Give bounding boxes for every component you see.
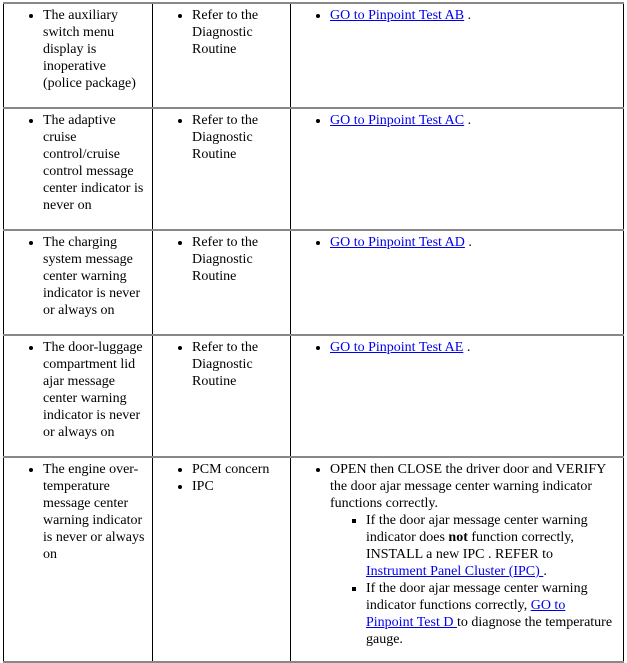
source-text: Refer to the Diagnostic Routine (192, 7, 286, 58)
source-text: Refer to the Diagnostic Routine (192, 234, 286, 285)
action-suffix: . (464, 235, 472, 250)
table-row: The adaptive cruise control/cruise contr… (3, 107, 624, 231)
source-text: Refer to the Diagnostic Routine (192, 339, 286, 390)
sub-step: If the door ajar message center warning … (366, 580, 615, 648)
source-text: Refer to the Diagnostic Routine (192, 112, 286, 163)
action-suffix: . (463, 340, 471, 355)
action-cell: GO to Pinpoint Test AD . (290, 229, 624, 336)
symptom-text: The engine over-temperature message cent… (43, 461, 148, 563)
symptom-text: The auxiliary switch menu display is ino… (43, 7, 148, 92)
sub-step: If the door ajar message center warning … (366, 512, 615, 580)
table-row: The door-luggage compartment lid ajar me… (3, 334, 624, 458)
pinpoint-test-ae-link[interactable]: GO to Pinpoint Test AE (330, 340, 463, 355)
source-cell: PCM concern IPC (152, 456, 291, 663)
symptom-text: The door-luggage compartment lid ajar me… (43, 339, 148, 441)
action-cell: GO to Pinpoint Test AC . (290, 107, 624, 231)
pinpoint-test-ad-link[interactable]: GO to Pinpoint Test AD (330, 235, 465, 250)
table-row: The auxiliary switch menu display is ino… (3, 2, 624, 109)
sub-step-text: . (543, 564, 547, 579)
symptom-text: The adaptive cruise control/cruise contr… (43, 112, 148, 214)
source-text: PCM concern (192, 461, 286, 478)
emphasis-text: not (448, 530, 468, 545)
action-main-text: OPEN then CLOSE the driver door and VERI… (330, 462, 606, 511)
symptom-chart-table: The auxiliary switch menu display is ino… (3, 2, 624, 663)
pinpoint-test-ac-link[interactable]: GO to Pinpoint Test AC (330, 113, 464, 128)
instrument-panel-cluster-link[interactable]: Instrument Panel Cluster (IPC) (366, 564, 543, 579)
symptom-cell: The auxiliary switch menu display is ino… (3, 2, 153, 109)
action-cell: OPEN then CLOSE the driver door and VERI… (290, 456, 624, 663)
symptom-cell: The door-luggage compartment lid ajar me… (3, 334, 153, 458)
source-cell: Refer to the Diagnostic Routine (152, 229, 291, 336)
action-suffix: . (464, 113, 472, 128)
source-text: IPC (192, 478, 286, 495)
pinpoint-test-ab-link[interactable]: GO to Pinpoint Test AB (330, 8, 464, 23)
table-row: The engine over-temperature message cent… (3, 456, 624, 663)
action-cell: GO to Pinpoint Test AE . (290, 334, 624, 458)
action-cell: GO to Pinpoint Test AB . (290, 2, 624, 109)
action-suffix: . (464, 8, 472, 23)
source-cell: Refer to the Diagnostic Routine (152, 334, 291, 458)
source-cell: Refer to the Diagnostic Routine (152, 107, 291, 231)
table-row: The charging system message center warni… (3, 229, 624, 336)
symptom-cell: The adaptive cruise control/cruise contr… (3, 107, 153, 231)
symptom-cell: The engine over-temperature message cent… (3, 456, 153, 663)
source-cell: Refer to the Diagnostic Routine (152, 2, 291, 109)
symptom-text: The charging system message center warni… (43, 234, 148, 319)
symptom-cell: The charging system message center warni… (3, 229, 153, 336)
